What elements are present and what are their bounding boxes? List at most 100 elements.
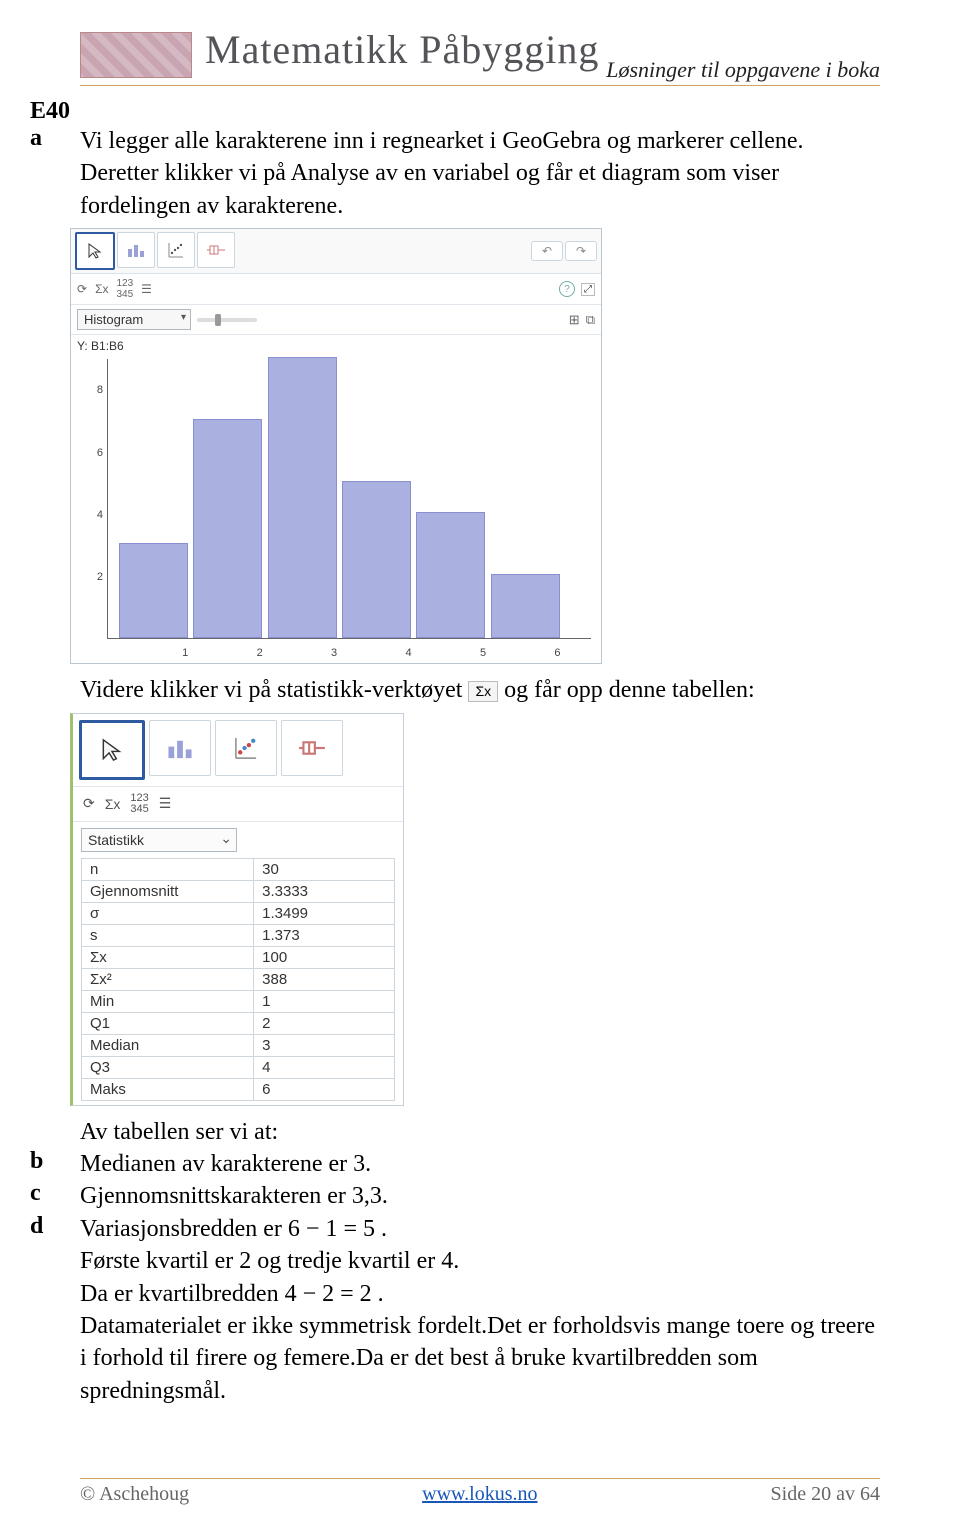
stat-name-cell: s xyxy=(82,924,254,946)
part-d-text: Variasjonsbredden er 6 − 1 = 5 . Første … xyxy=(80,1213,880,1407)
boxplot-tool[interactable] xyxy=(197,232,235,268)
list-icon[interactable]: ☰ xyxy=(141,282,152,296)
fraction-icon[interactable]: 123345 xyxy=(116,278,133,300)
table-row: s1.373 xyxy=(82,924,395,946)
sigma-x-icon[interactable]: Σx xyxy=(95,282,108,296)
stat-value-cell: 2 xyxy=(254,1012,395,1034)
popout-icon[interactable]: ⧉ xyxy=(586,312,595,328)
stat-value-cell: 1.3499 xyxy=(254,902,395,924)
part-label-d: d xyxy=(30,1213,80,1240)
part-a-text: Vi legger alle karakterene inn i regnear… xyxy=(80,125,880,222)
exercise-number: E40 xyxy=(30,98,880,125)
geogebra-stats-panel: ⟳ Σx 123345 ☰ Statistikk n30Gjennomsnitt… xyxy=(70,713,404,1106)
brand-title: Matematikk Påbygging xyxy=(205,26,599,73)
part-label-b: b xyxy=(30,1148,80,1175)
stat-name-cell: n xyxy=(82,858,254,880)
bar-chart-tool-stats[interactable] xyxy=(149,720,211,776)
stat-value-cell: 3 xyxy=(254,1034,395,1056)
stat-value-cell: 4 xyxy=(254,1056,395,1078)
table-row: n30 xyxy=(82,858,395,880)
stat-name-cell: Q1 xyxy=(82,1012,254,1034)
page-header: Matematikk Påbygging Løsninger til oppga… xyxy=(80,30,880,86)
data-source-label: Y: B1:B6 xyxy=(71,335,601,353)
x-tick-label: 6 xyxy=(554,647,560,659)
chart-type-dropdown[interactable]: Histogram xyxy=(77,309,191,330)
stat-name-cell: Gjennomsnitt xyxy=(82,880,254,902)
part-label-a: a xyxy=(30,125,80,152)
table-row: Q12 xyxy=(82,1012,395,1034)
pointer-tool-stats[interactable] xyxy=(79,720,145,780)
histogram-toolbar: ↶ ↷ xyxy=(71,229,601,274)
histogram-bar xyxy=(491,574,560,638)
pointer-tool[interactable] xyxy=(75,232,115,270)
sigma-x-icon-stats[interactable]: Σx xyxy=(105,796,121,812)
page-footer: © Aschehoug www.lokus.no Side 20 av 64 xyxy=(80,1478,880,1506)
stat-value-cell: 1.373 xyxy=(254,924,395,946)
histogram-bar xyxy=(193,419,262,638)
brand-logo xyxy=(80,32,192,78)
footer-copyright: © Aschehoug xyxy=(80,1483,189,1506)
stat-name-cell: Median xyxy=(82,1034,254,1056)
table-row: Q34 xyxy=(82,1056,395,1078)
stat-name-cell: Q3 xyxy=(82,1056,254,1078)
part-b-text: Medianen av karakterene er 3. xyxy=(80,1148,880,1180)
x-tick-label: 3 xyxy=(331,647,337,659)
stat-name-cell: Maks xyxy=(82,1078,254,1100)
table-row: Maks6 xyxy=(82,1078,395,1100)
table-row: Gjennomsnitt3.3333 xyxy=(82,880,395,902)
y-tick-label: 4 xyxy=(97,509,103,521)
statistics-tool-icon: Σx xyxy=(468,681,498,702)
table-row: Min1 xyxy=(82,990,395,1012)
help-icon[interactable]: ? xyxy=(559,281,575,297)
source-toggle-icon[interactable]: ⟳ xyxy=(77,282,87,296)
table-row: σ1.3499 xyxy=(82,902,395,924)
part-label-c: c xyxy=(30,1180,80,1207)
histogram-subtoolbar: ⟳ Σx 123345 ☰ ? ⤢ xyxy=(71,274,601,305)
statistics-table: n30Gjennomsnitt3.3333σ1.3499s1.373Σx100Σ… xyxy=(81,858,395,1101)
scatter-tool-stats[interactable] xyxy=(215,720,277,776)
footer-page-number: Side 20 av 64 xyxy=(771,1483,880,1506)
bar-chart-tool[interactable] xyxy=(117,232,155,268)
chart-area: 2 4 6 8 1 2 3 4 5 6 xyxy=(71,353,601,663)
y-tick-label: 2 xyxy=(97,571,103,583)
redo-button[interactable]: ↷ xyxy=(565,241,597,261)
stat-name-cell: σ xyxy=(82,902,254,924)
stat-value-cell: 3.3333 xyxy=(254,880,395,902)
stats-subtoolbar: ⟳ Σx 123345 ☰ xyxy=(73,787,403,822)
x-tick-label: 5 xyxy=(480,647,486,659)
table-intro-text: Av tabellen ser vi at: xyxy=(80,1116,880,1148)
x-tick-label: 1 xyxy=(182,647,188,659)
expand-icon[interactable]: ⤢ xyxy=(581,283,595,296)
stats-view-dropdown[interactable]: Statistikk xyxy=(81,828,237,852)
header-subtitle: Løsninger til oppgavene i boka xyxy=(606,57,880,83)
table-row: Σx100 xyxy=(82,946,395,968)
stat-name-cell: Min xyxy=(82,990,254,1012)
histogram-bar xyxy=(342,481,411,638)
undo-button[interactable]: ↶ xyxy=(531,241,563,261)
footer-link[interactable]: www.lokus.no xyxy=(422,1483,537,1506)
y-tick-label: 6 xyxy=(97,447,103,459)
add-view-icon[interactable]: ⊞ xyxy=(569,312,580,328)
boxplot-tool-stats[interactable] xyxy=(281,720,343,776)
part-c-text: Gjennomsnittskarakteren er 3,3. xyxy=(80,1180,880,1212)
source-toggle-icon-stats[interactable]: ⟳ xyxy=(83,795,95,812)
y-tick-label: 8 xyxy=(97,384,103,396)
stat-value-cell: 30 xyxy=(254,858,395,880)
table-row: Median3 xyxy=(82,1034,395,1056)
scatter-tool[interactable] xyxy=(157,232,195,268)
fraction-icon-stats[interactable]: 123345 xyxy=(130,793,148,815)
list-icon-stats[interactable]: ☰ xyxy=(159,795,172,812)
stat-value-cell: 100 xyxy=(254,946,395,968)
histogram-bar xyxy=(119,543,188,638)
inter-text-1: Videre klikker vi på statistikk-verktøye… xyxy=(80,674,880,706)
stat-value-cell: 1 xyxy=(254,990,395,1012)
bin-width-slider[interactable] xyxy=(197,318,257,322)
histogram-bar xyxy=(268,357,337,638)
geogebra-histogram-panel: ↶ ↷ ⟳ Σx 123345 ☰ ? ⤢ Histogram xyxy=(70,228,602,664)
stats-toolbar xyxy=(73,714,403,787)
histogram-bar xyxy=(416,512,485,638)
stat-value-cell: 6 xyxy=(254,1078,395,1100)
stat-name-cell: Σx² xyxy=(82,968,254,990)
x-tick-label: 2 xyxy=(257,647,263,659)
x-tick-label: 4 xyxy=(406,647,412,659)
